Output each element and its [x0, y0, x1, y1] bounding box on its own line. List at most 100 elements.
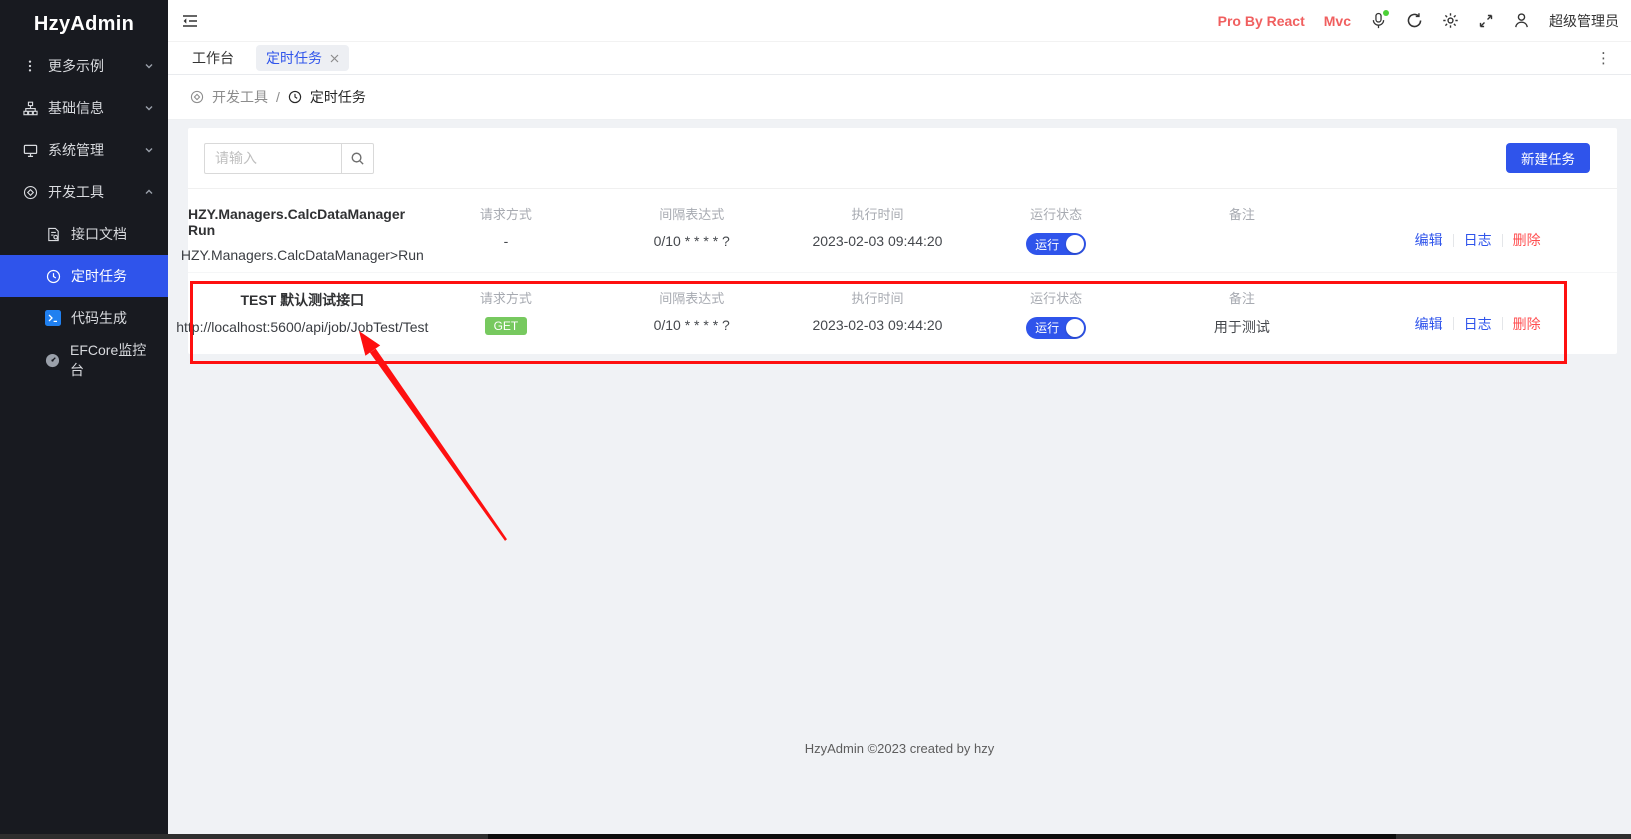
dashboard-icon [45, 353, 60, 368]
task-name-cell: HZY.Managers.CalcDataManager Run HZY.Man… [188, 204, 417, 272]
clock-icon [288, 90, 302, 104]
sidebar-item-basic-info[interactable]: 基础信息 [0, 87, 168, 129]
tab-label: 工作台 [192, 48, 234, 68]
toggle-label: 运行 [1035, 236, 1059, 253]
remark-value: 用于测试 [1214, 317, 1270, 337]
sidebar-item-scheduled-tasks[interactable]: 定时任务 [0, 255, 168, 297]
action-divider [1502, 317, 1503, 330]
toggle-knob [1066, 319, 1084, 337]
sidebar-item-code-generation[interactable]: 代码生成 [0, 297, 168, 339]
cron-cell: 间隔表达式 0/10 * * * * ? [595, 288, 788, 355]
sidebar-item-label: 接口文档 [71, 224, 127, 244]
table-row: HZY.Managers.CalcDataManager Run HZY.Man… [188, 189, 1617, 272]
tab-workbench[interactable]: 工作台 [184, 45, 242, 71]
breadcrumb: 开发工具 / 定时任务 [168, 75, 1631, 120]
terminal-icon [45, 310, 61, 326]
time-value: 2023-02-03 09:44:20 [812, 233, 942, 249]
sidebar-item-api-docs[interactable]: 接口文档 [0, 213, 168, 255]
time-cell: 执行时间 2023-02-03 09:44:20 [788, 288, 967, 355]
menu-fold-icon[interactable] [182, 13, 198, 29]
new-task-button[interactable]: 新建任务 [1506, 143, 1590, 173]
log-link[interactable]: 日志 [1464, 230, 1492, 250]
breadcrumb-separator: / [276, 89, 280, 105]
search-icon [350, 151, 365, 166]
scrollbar-thumb[interactable] [488, 834, 1396, 839]
action-divider [1453, 317, 1454, 330]
horizontal-scrollbar[interactable] [0, 834, 1631, 839]
edit-link[interactable]: 编辑 [1415, 230, 1443, 250]
api-icon [22, 185, 38, 200]
card-toolbar: 新建任务 [188, 128, 1617, 189]
chevron-down-icon [144, 61, 154, 71]
actions-cell: 编辑 日志 删除 [1338, 204, 1617, 272]
sidebar-menu: 更多示例 基础信息 系统管理 [0, 45, 168, 381]
remark-cell: 备注 [1145, 204, 1338, 272]
close-icon[interactable] [330, 54, 339, 63]
time-value: 2023-02-03 09:44:20 [812, 317, 942, 333]
time-cell: 执行时间 2023-02-03 09:44:20 [788, 204, 967, 272]
toggle-knob [1066, 235, 1084, 253]
pro-by-react-link[interactable]: Pro By React [1218, 13, 1305, 29]
tab-label: 定时任务 [266, 48, 322, 68]
method-cell: 请求方式 GET [417, 288, 596, 355]
sidebar-item-more-examples[interactable]: 更多示例 [0, 45, 168, 87]
chevron-down-icon [144, 145, 154, 155]
edit-link[interactable]: 编辑 [1415, 314, 1443, 334]
task-title: TEST 默认测试接口 [240, 290, 364, 310]
column-label: 运行状态 [1030, 288, 1082, 307]
column-label: 运行状态 [1030, 204, 1082, 223]
delete-link[interactable]: 删除 [1513, 230, 1541, 250]
search-group [204, 143, 374, 174]
gear-icon[interactable] [1442, 12, 1459, 29]
topbar-right-group: Pro By React Mvc 超级管理员 [1218, 11, 1619, 31]
footer-text: HzyAdmin ©2023 created by hzy [168, 741, 1631, 756]
file-doc-icon [45, 227, 61, 242]
search-button[interactable] [341, 143, 374, 174]
status-toggle[interactable]: 运行 [1026, 233, 1086, 255]
task-name-cell: TEST 默认测试接口 http://localhost:5600/api/jo… [188, 288, 417, 355]
user-icon[interactable] [1513, 12, 1530, 29]
column-label: 备注 [1229, 288, 1255, 307]
current-user[interactable]: 超级管理员 [1549, 11, 1619, 31]
sidebar-item-label: 更多示例 [48, 56, 104, 76]
refresh-icon[interactable] [1406, 12, 1423, 29]
sidebar-item-system-management[interactable]: 系统管理 [0, 129, 168, 171]
chevron-down-icon [144, 103, 154, 113]
task-subtitle: http://localhost:5600/api/job/JobTest/Te… [176, 319, 428, 335]
column-label: 执行时间 [851, 204, 903, 223]
method-cell: 请求方式 - [417, 204, 596, 272]
main-area: Pro By React Mvc 超级管理员 工作台 [168, 0, 1631, 839]
sidebar-item-label: 基础信息 [48, 98, 104, 118]
desktop-icon [22, 143, 38, 158]
notification-dot [1383, 10, 1389, 16]
delete-link[interactable]: 删除 [1513, 314, 1541, 334]
task-title: HZY.Managers.CalcDataManager Run [188, 206, 417, 238]
search-input[interactable] [204, 143, 341, 174]
sidebar-item-label: 开发工具 [48, 182, 104, 202]
apartment-icon [22, 101, 38, 116]
row-actions: 编辑 日志 删除 [1415, 314, 1541, 334]
tab-scheduled-tasks[interactable]: 定时任务 [256, 45, 349, 71]
fullscreen-icon[interactable] [1478, 13, 1494, 29]
sidebar: HzyAdmin 更多示例 基础信息 系统管理 [0, 0, 168, 839]
toggle-label: 运行 [1035, 319, 1059, 336]
more-vertical-icon[interactable]: ⋮ [1592, 49, 1615, 67]
status-toggle[interactable]: 运行 [1026, 317, 1086, 339]
actions-cell: 编辑 日志 删除 [1338, 288, 1617, 355]
column-label: 备注 [1229, 204, 1255, 223]
log-link[interactable]: 日志 [1464, 314, 1492, 334]
status-cell: 运行状态 运行 [967, 204, 1146, 272]
mvc-link[interactable]: Mvc [1324, 13, 1351, 29]
sidebar-item-efcore-monitor[interactable]: EFCore监控台 [0, 339, 168, 381]
notification-mic-icon[interactable] [1370, 12, 1387, 29]
action-divider [1502, 234, 1503, 247]
content-area: 新建任务 HZY.Managers.CalcDataManager Run HZ… [168, 120, 1631, 839]
breadcrumb-current: 定时任务 [310, 87, 366, 107]
cron-cell: 间隔表达式 0/10 * * * * ? [595, 204, 788, 272]
remark-cell: 备注 用于测试 [1145, 288, 1338, 355]
column-label: 执行时间 [851, 288, 903, 307]
sidebar-item-dev-tools[interactable]: 开发工具 [0, 171, 168, 213]
cron-value: 0/10 * * * * ? [654, 317, 730, 333]
sidebar-item-label: EFCore监控台 [70, 340, 154, 380]
breadcrumb-link-devtools[interactable]: 开发工具 [212, 87, 268, 107]
